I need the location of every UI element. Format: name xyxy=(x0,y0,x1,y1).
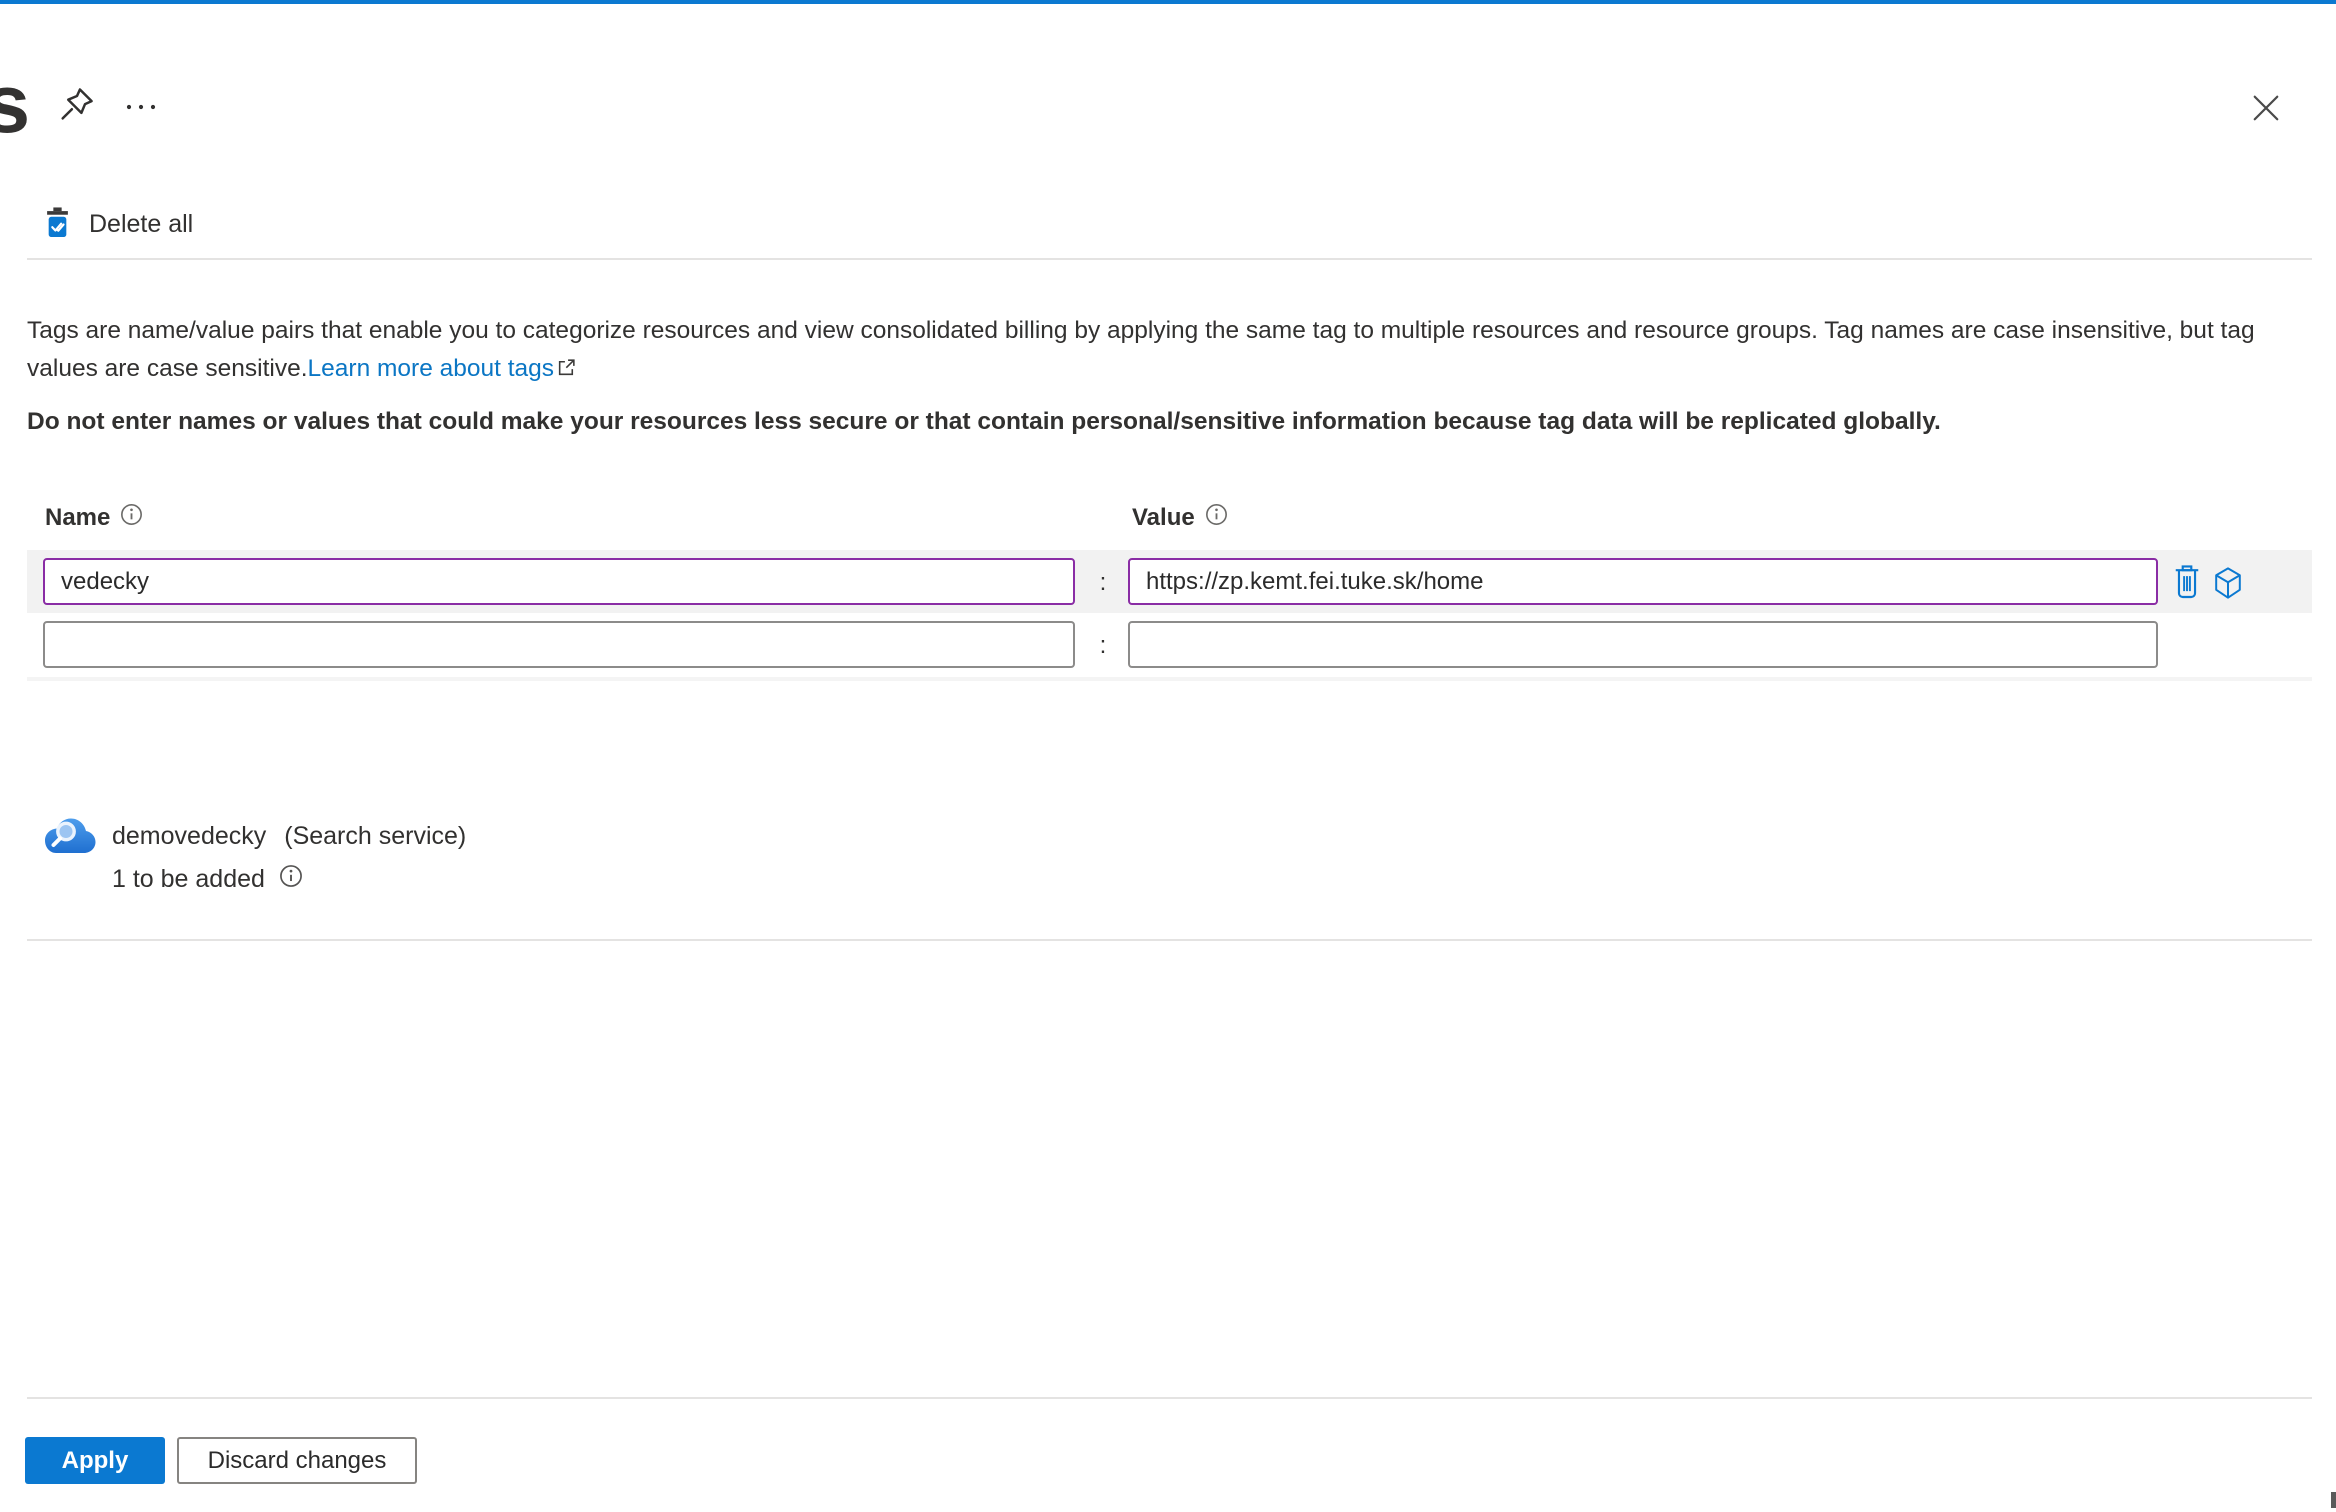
tag-name-input-empty[interactable] xyxy=(43,621,1075,668)
footer-actions: Apply Discard changes xyxy=(25,1437,417,1484)
scrollbar-fragment[interactable] xyxy=(2331,1492,2336,1508)
delete-all-button[interactable]: Delete all xyxy=(44,206,193,243)
resource-status: 1 to be added xyxy=(112,865,265,893)
tags-description: Tags are name/value pairs that enable yo… xyxy=(27,312,2307,390)
tag-value-input[interactable] xyxy=(1128,558,2158,605)
info-icon[interactable] xyxy=(1205,503,1228,533)
resource-section-divider xyxy=(27,939,2312,941)
resource-type: (Search service) xyxy=(284,822,467,850)
page-title: s xyxy=(0,57,31,150)
security-warning-text: Do not enter names or values that could … xyxy=(27,408,1941,435)
external-link-icon[interactable] xyxy=(556,352,577,390)
footer-divider xyxy=(27,1397,2312,1399)
learn-more-link[interactable]: Learn more about tags xyxy=(308,355,555,382)
name-header-label: Name xyxy=(45,504,111,531)
tag-name-input[interactable] xyxy=(43,558,1075,605)
resource-row: demovedecky (Search service) xyxy=(112,822,466,851)
name-column-header: Name xyxy=(45,503,143,533)
resource-name: demovedecky xyxy=(112,822,267,850)
grid-bottom-bar xyxy=(27,677,2312,681)
name-value-separator: : xyxy=(1099,569,1107,596)
more-icon[interactable] xyxy=(124,100,158,119)
delete-all-icon xyxy=(44,206,71,243)
info-icon[interactable] xyxy=(120,503,143,533)
pin-icon[interactable] xyxy=(58,84,96,135)
discard-changes-button[interactable]: Discard changes xyxy=(177,1437,417,1484)
resource-status-row: 1 to be added xyxy=(112,864,303,895)
top-accent-line xyxy=(0,0,2336,4)
name-value-separator: : xyxy=(1099,632,1107,659)
close-icon[interactable] xyxy=(2248,90,2284,131)
tag-value-input-empty[interactable] xyxy=(1128,621,2158,668)
info-icon[interactable] xyxy=(279,864,303,895)
toolbar-divider xyxy=(27,258,2312,260)
delete-all-label: Delete all xyxy=(89,210,194,238)
cube-icon[interactable] xyxy=(2212,566,2244,605)
value-column-header: Value xyxy=(1132,503,1228,533)
apply-button[interactable]: Apply xyxy=(25,1437,165,1484)
delete-row-icon[interactable] xyxy=(2172,564,2202,605)
value-header-label: Value xyxy=(1132,504,1195,531)
search-service-icon xyxy=(42,812,96,863)
tags-blade: s Delete all Tags are name/value pairs t… xyxy=(0,0,2336,1512)
